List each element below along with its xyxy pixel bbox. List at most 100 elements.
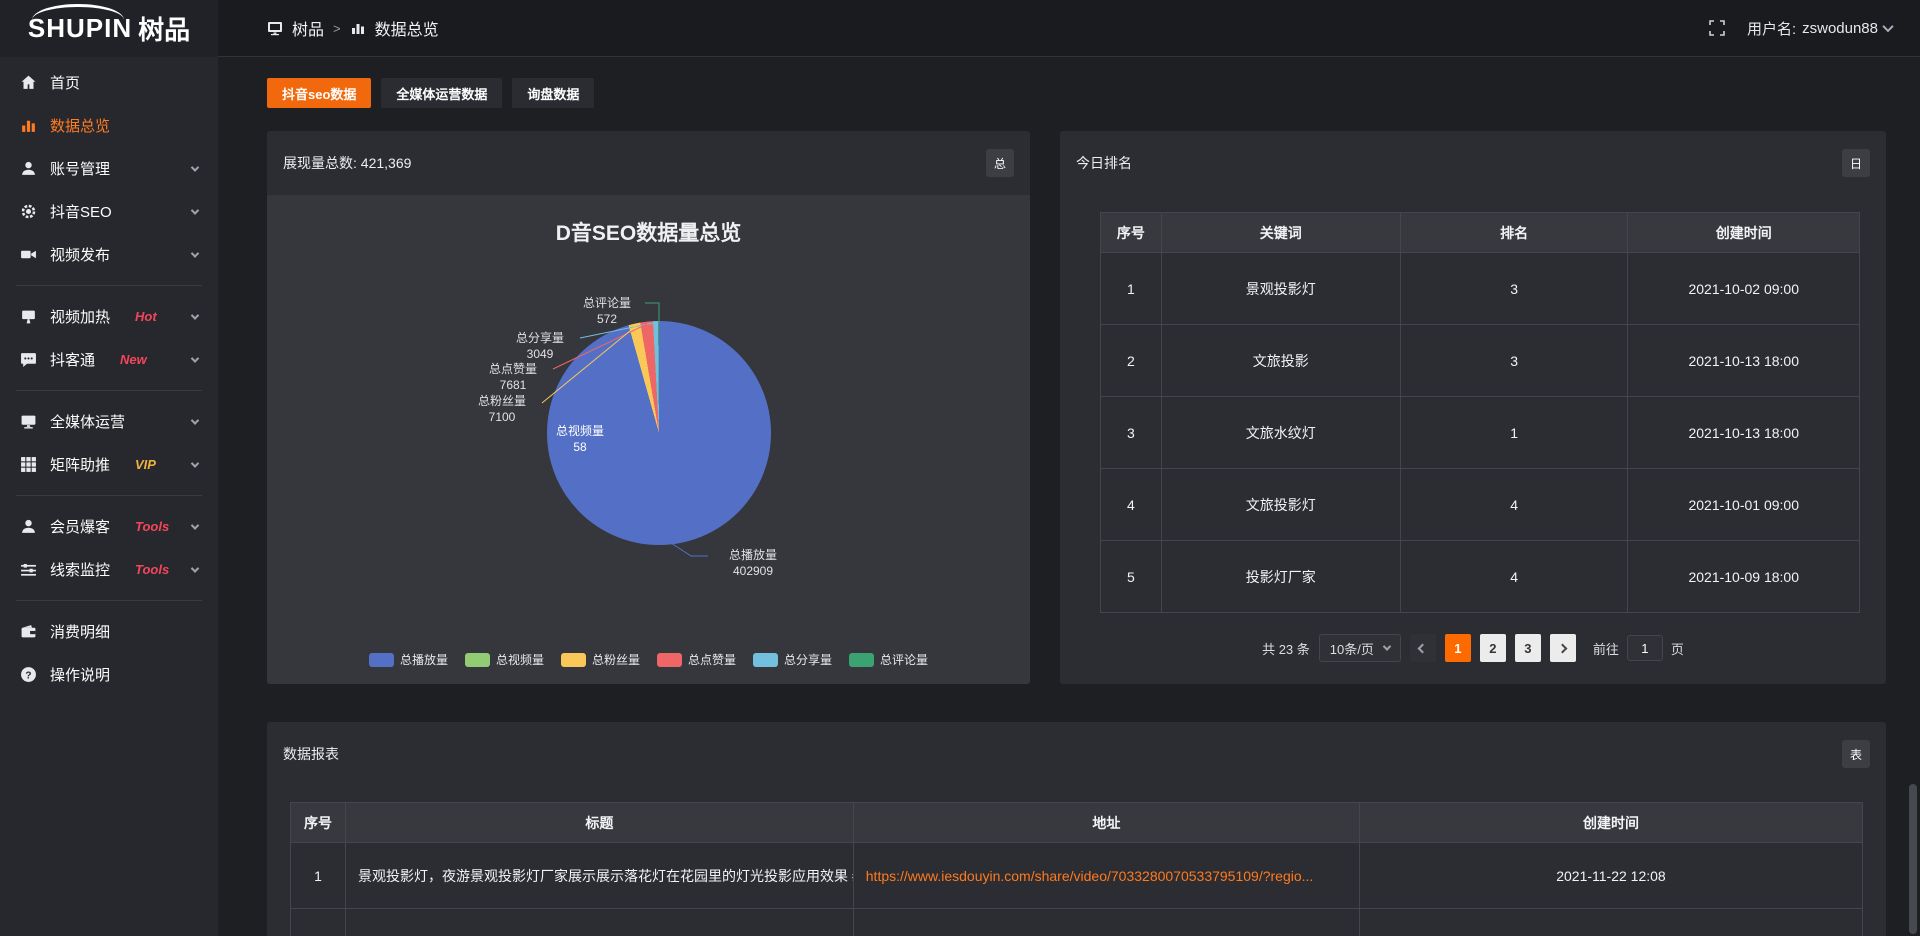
page-size-select[interactable]: 10条/页 <box>1319 634 1401 662</box>
total-toggle-button[interactable]: 总 <box>986 149 1014 177</box>
tab-inquiry-data[interactable]: 询盘数据 <box>512 78 594 108</box>
monitor-icon <box>20 413 37 430</box>
sidebar-item-label: 矩阵助推 <box>50 454 110 475</box>
table-row: 5 投影灯厂家 4 2021-10-09 18:00 <box>1101 541 1860 613</box>
sidebar-item-spend-detail[interactable]: 消费明细 <box>0 610 218 653</box>
sidebar-item-matrix-boost[interactable]: 矩阵助推 VIP <box>0 443 218 486</box>
col-url: 地址 <box>853 803 1359 843</box>
video-url-link[interactable]: https://www.iesdouyin.com/share/video/70… <box>866 868 1314 884</box>
fullscreen-icon[interactable] <box>1709 20 1725 36</box>
table-row: 1 景观投影灯，夜游景观投影灯厂家展示展示落花灯在花园里的灯光投影应用效果 # … <box>291 843 1863 909</box>
cell-index <box>291 909 346 936</box>
legend-item-fans[interactable]: 总粉丝量 <box>561 651 640 668</box>
sidebar-item-home[interactable]: 首页 <box>0 61 218 104</box>
overview-card-header: 展现量总数: 421,369 总 <box>267 131 1030 195</box>
report-card-header: 数据报表 表 <box>267 722 1886 786</box>
camcorder-icon <box>20 246 37 263</box>
sidebar-item-member-baoke[interactable]: 会员爆客 Tools <box>0 505 218 548</box>
sidebar-item-label: 账号管理 <box>50 158 110 179</box>
chevron-down-icon <box>191 311 199 319</box>
legend-swatch <box>561 653 586 667</box>
cell-index: 3 <box>1101 397 1162 469</box>
sidebar-item-video-publish[interactable]: 视频发布 <box>0 233 218 276</box>
breadcrumb-separator: > <box>333 21 341 36</box>
legend-item-videos[interactable]: 总视频量 <box>465 651 544 668</box>
sidebar-item-doketong[interactable]: 抖客通 New <box>0 338 218 381</box>
main-content: 抖音seo数据 全媒体运营数据 询盘数据 展现量总数: 421,369 总 D音… <box>218 57 1920 936</box>
day-toggle-button[interactable]: 日 <box>1842 149 1870 177</box>
col-index: 序号 <box>291 803 346 843</box>
tab-douyin-seo-data[interactable]: 抖音seo数据 <box>267 78 371 108</box>
data-tabs: 抖音seo数据 全媒体运营数据 询盘数据 <box>267 78 1886 108</box>
callout-videos: 总视频量 58 <box>540 423 620 455</box>
sidebar-item-help[interactable]: ? 操作说明 <box>0 653 218 696</box>
chevron-down-icon <box>191 416 199 424</box>
new-badge: New <box>120 352 147 367</box>
tab-media-ops-data[interactable]: 全媒体运营数据 <box>381 78 502 108</box>
prev-page-button[interactable] <box>1410 634 1436 662</box>
col-title: 标题 <box>346 803 854 843</box>
vertical-scrollbar[interactable] <box>1909 784 1917 934</box>
cell-keyword: 投影灯厂家 <box>1161 541 1400 613</box>
sidebar-item-data-overview[interactable]: 数据总览 <box>0 104 218 147</box>
cell-created <box>1359 909 1862 936</box>
breadcrumb-current[interactable]: 数据总览 <box>375 16 439 40</box>
sidebar-item-douyin-seo[interactable]: 抖音SEO <box>0 190 218 233</box>
legend-item-plays[interactable]: 总播放量 <box>369 651 448 668</box>
cell-index: 5 <box>1101 541 1162 613</box>
table-header-row: 序号 标题 地址 创建时间 <box>291 803 1863 843</box>
goto-label: 前往 <box>1593 639 1619 658</box>
screen-icon <box>267 20 283 36</box>
sidebar: 首页 数据总览 账号管理 抖音SEO 视频发布 视频加热 Hot <box>0 57 218 936</box>
wallet-icon <box>20 623 37 640</box>
callout-shares: 总分享量 3049 <box>500 330 580 362</box>
breadcrumb-root[interactable]: 树品 <box>292 16 324 40</box>
sidebar-item-label: 视频发布 <box>50 244 110 265</box>
user-icon <box>20 160 37 177</box>
cell-created: 2021-10-02 09:00 <box>1628 253 1860 325</box>
cell-index: 1 <box>1101 253 1162 325</box>
legend-item-likes[interactable]: 总点赞量 <box>657 651 736 668</box>
top-bar-right: 树品 > 数据总览 用户名: zswodun88 <box>218 0 1920 57</box>
sidebar-item-account[interactable]: 账号管理 <box>0 147 218 190</box>
hot-badge: Hot <box>135 309 157 324</box>
cell-created: 2021-11-22 12:08 <box>1359 843 1862 909</box>
col-created: 创建时间 <box>1628 213 1860 253</box>
chevron-down-icon <box>1383 642 1391 650</box>
next-page-button[interactable] <box>1550 634 1576 662</box>
sidebar-item-label: 抖音SEO <box>50 201 112 222</box>
table-toggle-button[interactable]: 表 <box>1842 740 1870 768</box>
grid-icon <box>20 456 37 473</box>
pagination: 共 23 条 10条/页 1 2 3 前往 页 <box>1060 634 1886 662</box>
page-button-3[interactable]: 3 <box>1515 634 1541 662</box>
chevron-left-icon <box>1418 643 1428 653</box>
sidebar-divider <box>16 390 202 391</box>
page-button-2[interactable]: 2 <box>1480 634 1506 662</box>
sidebar-item-label: 消费明细 <box>50 621 110 642</box>
legend-item-comments[interactable]: 总评论量 <box>849 651 928 668</box>
chevron-down-icon <box>191 206 199 214</box>
logo-suffix: 树品 <box>138 10 190 47</box>
user-area: 用户名: zswodun88 <box>1709 18 1892 39</box>
chevron-down-icon <box>191 249 199 257</box>
user-menu[interactable]: 用户名: zswodun88 <box>1747 18 1892 39</box>
gear-icon <box>20 203 37 220</box>
cell-keyword: 文旅投影灯 <box>1161 469 1400 541</box>
sidebar-item-leads-monitor[interactable]: 线索监控 Tools <box>0 548 218 591</box>
sidebar-divider <box>16 600 202 601</box>
cell-rank: 4 <box>1400 541 1628 613</box>
sidebar-item-label: 线索监控 <box>50 559 110 580</box>
pie-label-lines <box>267 195 1030 684</box>
sidebar-divider <box>16 285 202 286</box>
overview-title: 展现量总数: 421,369 <box>283 153 411 173</box>
goto-page-input[interactable] <box>1627 635 1663 661</box>
question-icon: ? <box>20 666 37 683</box>
sidebar-item-media-ops[interactable]: 全媒体运营 <box>0 400 218 443</box>
cell-rank: 4 <box>1400 469 1628 541</box>
overview-card: 展现量总数: 421,369 总 D音SEO数据量总览 总评论量 <box>267 131 1030 684</box>
sidebar-item-label: 全媒体运营 <box>50 411 125 432</box>
legend-item-shares[interactable]: 总分享量 <box>753 651 832 668</box>
page-button-1[interactable]: 1 <box>1445 634 1471 662</box>
sidebar-item-video-heat[interactable]: 视频加热 Hot <box>0 295 218 338</box>
table-header-row: 序号 关键词 排名 创建时间 <box>1101 213 1860 253</box>
